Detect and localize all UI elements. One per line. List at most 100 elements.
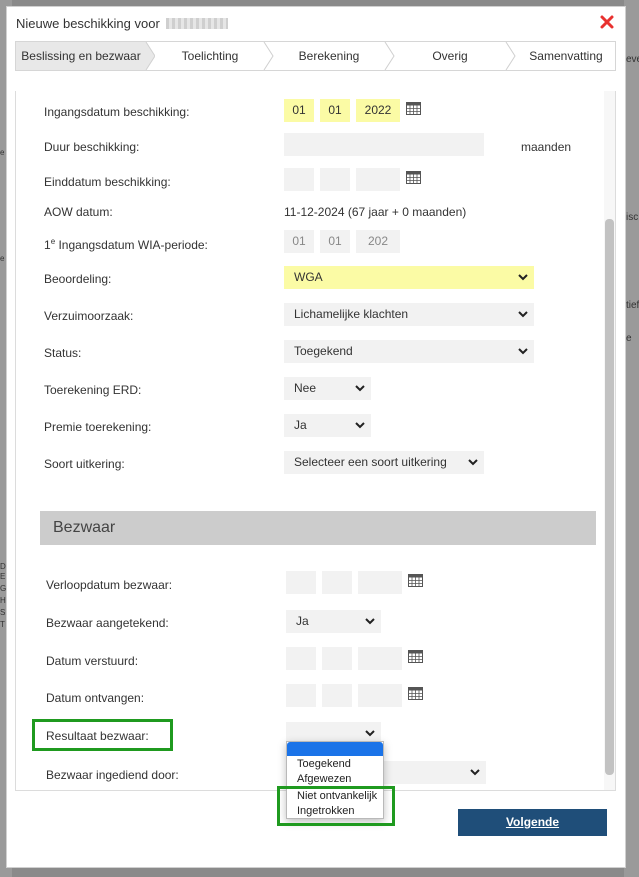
chevron-down-icon bbox=[470, 769, 480, 776]
step-arrow-icon bbox=[505, 42, 516, 70]
ingangsdatum-day[interactable]: 01 bbox=[284, 99, 314, 122]
chevron-down-icon bbox=[355, 422, 365, 429]
chevron-down-icon bbox=[355, 385, 365, 392]
soort-uitkering-value: Selecteer een soort uitkering bbox=[294, 455, 447, 469]
calendar-icon[interactable] bbox=[408, 573, 423, 587]
label-erd: Toerekening ERD: bbox=[44, 383, 142, 397]
label-ingangsdatum: Ingangsdatum beschikking: bbox=[44, 105, 190, 119]
beoordeling-select[interactable]: WGA bbox=[284, 266, 534, 289]
form-scroll-area: Ingangsdatum beschikking: 01 01 2022 Duu… bbox=[15, 91, 616, 791]
verloopdatum-day[interactable] bbox=[286, 571, 316, 594]
label-premie: Premie toerekening: bbox=[44, 420, 152, 434]
premie-select[interactable]: Ja bbox=[284, 414, 371, 437]
scrollbar[interactable] bbox=[604, 91, 615, 790]
status-select[interactable]: Toegekend bbox=[284, 340, 534, 363]
chevron-down-icon bbox=[518, 274, 528, 281]
wia-day: 01 bbox=[284, 230, 314, 253]
label-aangetekend: Bezwaar aangetekend: bbox=[46, 616, 169, 630]
calendar-icon[interactable] bbox=[408, 649, 423, 663]
step-arrow-icon bbox=[143, 42, 155, 70]
verzuimoorzaak-value: Lichamelijke klachten bbox=[294, 307, 409, 321]
erd-select[interactable]: Nee bbox=[284, 377, 371, 400]
einddatum-year[interactable] bbox=[356, 168, 400, 191]
dropdown-option-empty[interactable] bbox=[287, 742, 383, 756]
dropdown-option-toegekend[interactable]: Toegekend bbox=[297, 758, 351, 770]
einddatum-day[interactable] bbox=[284, 168, 314, 191]
dialog-header: Nieuwe beschikking voor bbox=[7, 7, 625, 41]
scroll-thumb[interactable] bbox=[605, 219, 614, 775]
backdrop-snippet: eve bbox=[626, 54, 639, 65]
dialog-title: Nieuwe beschikking voor bbox=[16, 16, 228, 31]
ingangsdatum-year[interactable]: 2022 bbox=[356, 99, 400, 122]
backdrop-snippet: e bbox=[626, 333, 632, 344]
step-overig[interactable]: Overig bbox=[395, 42, 505, 70]
verstuurd-year[interactable] bbox=[358, 647, 402, 670]
calendar-icon[interactable] bbox=[408, 686, 423, 700]
chevron-down-icon bbox=[365, 730, 375, 737]
backdrop-snippet: e bbox=[0, 148, 5, 157]
label-verstuurd: Datum verstuurd: bbox=[46, 654, 139, 668]
einddatum-month[interactable] bbox=[320, 168, 350, 191]
bezwaar-title: Bezwaar bbox=[53, 519, 116, 536]
label-ontvangen: Datum ontvangen: bbox=[46, 691, 145, 705]
chevron-down-icon bbox=[518, 348, 528, 355]
verstuurd-day[interactable] bbox=[286, 647, 316, 670]
label-soort-uitkering: Soort uitkering: bbox=[44, 457, 125, 471]
label-ingediend: Bezwaar ingediend door: bbox=[46, 768, 179, 782]
new-decision-dialog: Nieuwe beschikking voor Beslissing en be… bbox=[6, 6, 626, 868]
options-highlight bbox=[277, 786, 395, 826]
label-aow: AOW datum: bbox=[44, 205, 113, 219]
step-beslissing-en-bezwaar[interactable]: Beslissing en bezwaar bbox=[16, 42, 146, 70]
step-arrow-icon bbox=[384, 42, 395, 70]
aow-value: 11-12-2024 (67 jaar + 0 maanden) bbox=[284, 205, 467, 219]
backdrop-snippet: S bbox=[0, 608, 6, 617]
ontvangen-year[interactable] bbox=[358, 684, 402, 707]
label-resultaat: Resultaat bezwaar: bbox=[46, 729, 149, 743]
step-arrow-icon bbox=[263, 42, 274, 70]
backdrop-snippet: E bbox=[0, 572, 6, 581]
duur-input[interactable] bbox=[284, 133, 484, 156]
beoordeling-value: WGA bbox=[294, 270, 323, 284]
ontvangen-day[interactable] bbox=[286, 684, 316, 707]
label-verzuimoorzaak: Verzuimoorzaak: bbox=[44, 309, 134, 323]
label-duur: Duur beschikking: bbox=[44, 140, 140, 154]
aangetekend-value: Ja bbox=[296, 614, 309, 628]
ontvangen-month[interactable] bbox=[322, 684, 352, 707]
step-samenvatting[interactable]: Samenvatting bbox=[516, 42, 616, 70]
chevron-down-icon bbox=[468, 459, 478, 466]
backdrop-snippet: e bbox=[0, 254, 5, 263]
next-button[interactable]: Volgende bbox=[458, 809, 607, 836]
wia-label-text: Ingangsdatum WIA-periode: bbox=[55, 238, 208, 252]
label-wia: 1e Ingangsdatum WIA-periode: bbox=[44, 237, 208, 252]
wizard-steps: Beslissing en bezwaar Toelichting Bereke… bbox=[15, 41, 616, 71]
backdrop-snippet: D bbox=[0, 562, 6, 571]
backdrop-snippet: tief bbox=[626, 300, 639, 311]
verloopdatum-month[interactable] bbox=[322, 571, 352, 594]
label-beoordeling: Beoordeling: bbox=[44, 272, 112, 286]
wia-month: 01 bbox=[320, 230, 350, 253]
chevron-down-icon bbox=[365, 618, 375, 625]
label-einddatum: Einddatum beschikking: bbox=[44, 175, 171, 189]
soort-uitkering-select[interactable]: Selecteer een soort uitkering bbox=[284, 451, 484, 474]
ingangsdatum-month[interactable]: 01 bbox=[320, 99, 350, 122]
dropdown-option-afgewezen[interactable]: Afgewezen bbox=[297, 773, 351, 785]
calendar-icon[interactable] bbox=[406, 101, 421, 115]
verzuimoorzaak-select[interactable]: Lichamelijke klachten bbox=[284, 303, 534, 326]
verstuurd-month[interactable] bbox=[322, 647, 352, 670]
close-x-icon[interactable] bbox=[599, 14, 615, 30]
label-verloopdatum: Verloopdatum bezwaar: bbox=[46, 578, 173, 592]
backdrop-snippet: T bbox=[0, 620, 5, 629]
duur-unit: maanden bbox=[521, 140, 572, 154]
erd-value: Nee bbox=[294, 381, 317, 395]
backdrop-snippet: isc bbox=[626, 212, 639, 223]
redacted-name bbox=[165, 18, 228, 29]
backdrop-right: eve isc tief e bbox=[624, 0, 639, 877]
calendar-icon[interactable] bbox=[406, 170, 421, 184]
status-value: Toegekend bbox=[294, 344, 353, 358]
wia-label-number: 1 bbox=[44, 238, 51, 252]
backdrop-snippet: H bbox=[0, 596, 6, 605]
aangetekend-select[interactable]: Ja bbox=[286, 610, 381, 633]
step-berekening[interactable]: Berekening bbox=[274, 42, 384, 70]
verloopdatum-year[interactable] bbox=[358, 571, 402, 594]
step-toelichting[interactable]: Toelichting bbox=[155, 42, 265, 70]
